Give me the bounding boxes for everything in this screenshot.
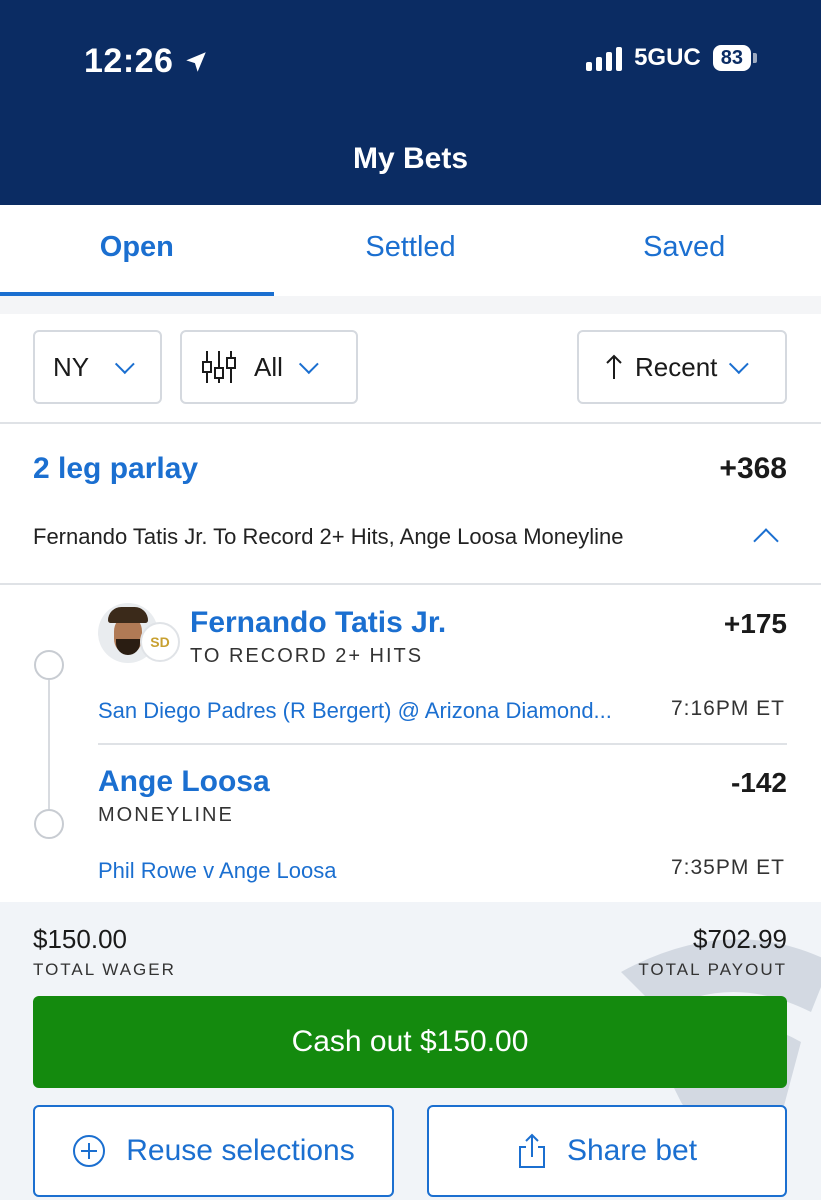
leg-market: MONEYLINE: [98, 804, 234, 826]
bets-tabs: Open Settled Saved: [0, 205, 821, 296]
leg-event-link[interactable]: Phil Rowe v Ange Loosa: [98, 858, 618, 884]
bet-type-filter-value: All: [254, 351, 283, 382]
location-arrow-icon: [186, 51, 207, 72]
leg-start-time: 7:35PM ET: [670, 856, 785, 879]
leg-odds: -142: [730, 767, 787, 798]
total-payout-label: TOTAL PAYOUT: [638, 960, 787, 979]
bet-type-filter-dropdown[interactable]: All: [180, 330, 358, 404]
battery-level: 83: [712, 45, 751, 71]
sort-dropdown[interactable]: Recent: [577, 330, 787, 404]
parlay-description: Fernando Tatis Jr. To Record 2+ Hits, An…: [33, 524, 624, 549]
page-title: My Bets: [352, 142, 469, 175]
reuse-selections-label: Reuse selections: [126, 1134, 355, 1167]
tab-saved[interactable]: Saved: [547, 205, 821, 296]
team-logo: SD: [140, 622, 180, 662]
total-wager-amount: $150.00: [33, 924, 127, 954]
leg-status-dot: [34, 650, 64, 680]
section-gap: [0, 296, 821, 314]
plus-circle-icon: [73, 1135, 106, 1167]
arrow-up-icon: [606, 354, 622, 379]
leg-selection-name[interactable]: Fernando Tatis Jr.: [190, 606, 446, 640]
chevron-up-icon[interactable]: [753, 528, 779, 554]
chevron-down-icon: [729, 354, 750, 375]
leg-odds: +175: [723, 608, 787, 639]
tab-settled[interactable]: Settled: [274, 205, 548, 296]
app-header: 12:26 5GUC 83 My Bets: [0, 0, 821, 205]
clock: 12:26: [84, 42, 174, 80]
leg-status-dot: [34, 809, 64, 839]
bet-summary-footer: $150.00 TOTAL WAGER $702.99 TOTAL PAYOUT…: [0, 902, 821, 1200]
leg-divider: [98, 743, 787, 745]
sort-value: Recent: [635, 351, 718, 382]
leg-start-time: 7:16PM ET: [670, 697, 785, 720]
timeline-line: [48, 680, 50, 810]
share-bet-button[interactable]: Share bet: [427, 1105, 787, 1197]
chevron-down-icon: [115, 354, 135, 375]
reuse-selections-button[interactable]: Reuse selections: [33, 1105, 394, 1197]
leg-event-link[interactable]: San Diego Padres (R Bergert) @ Arizona D…: [98, 698, 660, 724]
status-indicators: 5GUC 83: [586, 44, 757, 72]
total-wager-label: TOTAL WAGER: [33, 960, 176, 979]
sliders-icon: [202, 351, 236, 383]
battery-icon: 83: [712, 45, 757, 71]
share-icon: [518, 1133, 545, 1168]
cash-out-button[interactable]: Cash out $150.00: [33, 996, 787, 1088]
state-filter-value: NY: [53, 351, 90, 382]
divider: [0, 583, 821, 585]
leg-market: TO RECORD 2+ HITS: [190, 645, 424, 667]
network-type: 5GUC: [634, 44, 701, 71]
filter-bar: NY All Recent: [0, 314, 821, 422]
leg-selection-name[interactable]: Ange Loosa: [98, 765, 270, 799]
status-time: 12:26: [84, 42, 209, 81]
tab-open[interactable]: Open: [0, 205, 274, 296]
share-bet-label: Share bet: [566, 1134, 698, 1167]
parlay-title[interactable]: 2 leg parlay: [33, 452, 198, 486]
total-payout-amount: $702.99: [693, 924, 787, 954]
state-filter-dropdown[interactable]: NY: [33, 330, 162, 404]
cellular-signal-icon: [586, 45, 623, 71]
divider: [0, 422, 821, 424]
chevron-down-icon: [298, 354, 319, 375]
parlay-odds: +368: [719, 452, 787, 485]
